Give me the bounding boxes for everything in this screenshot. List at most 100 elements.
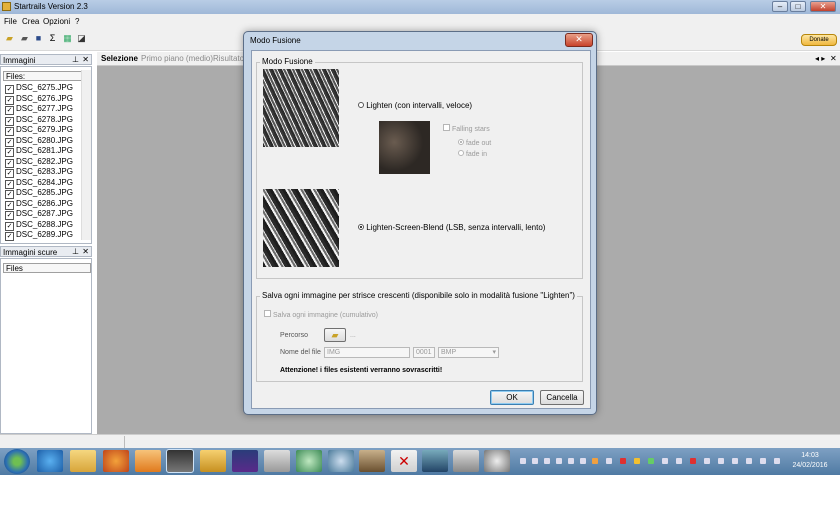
open-folder-icon[interactable]: ▰: [4, 33, 15, 44]
file-item[interactable]: ✓ DSC_6276.JPG: [5, 94, 73, 105]
tray-icon-9[interactable]: [620, 458, 626, 464]
ok-button[interactable]: OK: [490, 390, 534, 405]
format-select[interactable]: BMP ▾: [438, 347, 499, 358]
tray-icon-10[interactable]: [634, 458, 640, 464]
close-icon[interactable]: ✕: [82, 247, 89, 256]
lsb-radio[interactable]: [358, 224, 364, 230]
tray-icon-11[interactable]: [648, 458, 654, 464]
app-icon-9[interactable]: [422, 450, 448, 472]
donate-button[interactable]: Donate: [801, 34, 837, 46]
tray-icon-8[interactable]: [606, 458, 612, 464]
file-item[interactable]: ✓ DSC_6286.JPG: [5, 199, 73, 210]
menu-crea[interactable]: Crea: [22, 17, 39, 26]
save-each-option[interactable]: Salva ogni immagine (cumulativo): [264, 310, 378, 319]
file-item[interactable]: ✓ DSC_6277.JPG: [5, 104, 73, 115]
network-icon[interactable]: [746, 458, 752, 464]
falling-stars-checkbox[interactable]: [443, 124, 450, 131]
clock[interactable]: 14:03 24/02/2016: [790, 451, 830, 471]
fade-out-radio[interactable]: [458, 139, 464, 145]
volume-icon[interactable]: [760, 458, 766, 464]
app-icon-6[interactable]: [328, 450, 354, 472]
file-item[interactable]: ✓ DSC_6278.JPG: [5, 115, 73, 126]
save-icon[interactable]: ■: [33, 33, 44, 44]
cancel-button[interactable]: Cancella: [540, 390, 584, 405]
dialog-close-button[interactable]: ✕: [565, 33, 593, 47]
tray-icon-16[interactable]: [718, 458, 724, 464]
tray-icon-17[interactable]: [732, 458, 738, 464]
tray-icon-15[interactable]: [704, 458, 710, 464]
tray-icon-13[interactable]: [676, 458, 682, 464]
tab-primo-piano[interactable]: Primo piano (medio): [141, 54, 213, 63]
menu-bar: File Crea Opzioni ?: [0, 14, 840, 28]
lighten-option[interactable]: Lighten (con intervalli, veloce): [358, 101, 472, 110]
lighten-radio[interactable]: [358, 102, 364, 108]
lsb-label: Lighten-Screen-Blend (LSB, senza interva…: [366, 223, 546, 232]
tab-selezione[interactable]: Selezione: [101, 54, 138, 63]
explorer-icon[interactable]: [70, 450, 96, 472]
tab-scroll-icon[interactable]: ◂ ▸: [815, 54, 825, 63]
media-player-icon[interactable]: [135, 450, 161, 472]
file-list-scrollbar[interactable]: [81, 70, 91, 240]
fade-in-option[interactable]: fade in: [458, 150, 487, 158]
file-item[interactable]: ✓ DSC_6287.JPG: [5, 209, 73, 220]
minimize-button[interactable]: –: [772, 1, 788, 12]
render-icon[interactable]: ▦: [62, 33, 73, 44]
file-item[interactable]: ✓ DSC_6280.JPG: [5, 136, 73, 147]
menu-help[interactable]: ?: [75, 17, 79, 26]
video-icon[interactable]: ◪: [76, 33, 87, 44]
ie-icon[interactable]: [37, 450, 63, 472]
close-button[interactable]: ✕: [810, 1, 836, 12]
fade-out-option[interactable]: fade out: [458, 139, 491, 147]
file-item[interactable]: ✓ DSC_6281.JPG: [5, 146, 73, 157]
pin-icon[interactable]: ⊥: [72, 247, 79, 256]
start-button[interactable]: [4, 449, 30, 474]
menu-file[interactable]: File: [4, 17, 17, 26]
tray-icon-12[interactable]: [662, 458, 668, 464]
file-item[interactable]: ✓ DSC_6279.JPG: [5, 125, 73, 136]
tray-icon-4[interactable]: [556, 458, 562, 464]
counter-field[interactable]: 0001: [413, 347, 435, 358]
flag-icon[interactable]: [774, 458, 780, 464]
tab-close-icon[interactable]: ✕: [830, 54, 837, 63]
tray-icon-7[interactable]: [592, 458, 598, 464]
tray-icon-2[interactable]: [532, 458, 538, 464]
app-icon-2[interactable]: [200, 450, 226, 472]
filename-field[interactable]: IMG: [324, 347, 410, 358]
fade-in-radio[interactable]: [458, 150, 464, 156]
app-icon-5[interactable]: [296, 450, 322, 472]
tab-risultato[interactable]: Risultato: [213, 54, 244, 63]
file-item[interactable]: ✓ DSC_6284.JPG: [5, 178, 73, 189]
file-item[interactable]: ✓ DSC_6285.JPG: [5, 188, 73, 199]
startrails-icon[interactable]: [166, 449, 194, 473]
file-item[interactable]: ✓ DSC_6283.JPG: [5, 167, 73, 178]
tray-icon-3[interactable]: [544, 458, 550, 464]
file-item[interactable]: ✓ DSC_6289.JPG: [5, 230, 73, 241]
calculator-icon[interactable]: [453, 450, 479, 472]
tray-icon-14[interactable]: [690, 458, 696, 464]
app-icon-8[interactable]: ✕: [391, 450, 417, 472]
save-each-checkbox[interactable]: [264, 310, 271, 317]
open-dark-icon[interactable]: ▰: [19, 33, 30, 44]
file-item[interactable]: ✓ DSC_6275.JPG: [5, 83, 73, 94]
tray-icon-6[interactable]: [580, 458, 586, 464]
app-icon-4[interactable]: [264, 450, 290, 472]
app-icon-3[interactable]: [232, 450, 258, 472]
dark-files-header[interactable]: Files: [3, 263, 91, 273]
sum-icon[interactable]: Σ: [47, 33, 58, 44]
file-checkbox[interactable]: ✓: [5, 232, 14, 241]
app-icon-7[interactable]: [359, 450, 385, 472]
files-header[interactable]: Files:: [3, 71, 83, 81]
falling-stars-option[interactable]: Falling stars: [443, 124, 490, 133]
close-icon[interactable]: ✕: [82, 55, 89, 64]
tray-icon-1[interactable]: [520, 458, 526, 464]
lsb-option[interactable]: Lighten-Screen-Blend (LSB, senza interva…: [358, 223, 545, 232]
file-item[interactable]: ✓ DSC_6282.JPG: [5, 157, 73, 168]
tray-icon-5[interactable]: [568, 458, 574, 464]
menu-opzioni[interactable]: Opzioni: [43, 17, 70, 26]
firefox-icon[interactable]: [103, 450, 129, 472]
app-icon-10[interactable]: [484, 450, 510, 472]
file-item[interactable]: ✓ DSC_6288.JPG: [5, 220, 73, 231]
pin-icon[interactable]: ⊥: [72, 55, 79, 64]
browse-folder-button[interactable]: ▰: [324, 328, 346, 342]
maximize-button[interactable]: □: [790, 1, 806, 12]
